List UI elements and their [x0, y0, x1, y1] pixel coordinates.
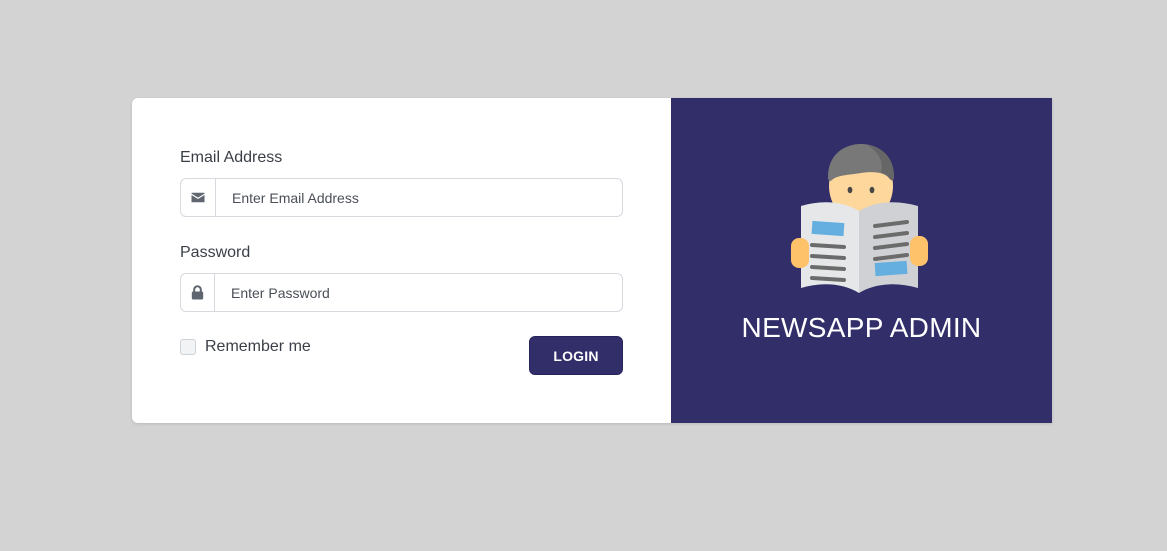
remember-me[interactable]: Remember me: [180, 338, 311, 356]
remember-me-checkbox[interactable]: [180, 339, 196, 355]
email-input-group: [180, 178, 623, 217]
lock-icon: [181, 274, 215, 311]
password-input-group: [180, 273, 623, 312]
password-label: Password: [180, 244, 251, 261]
email-field[interactable]: [216, 179, 622, 216]
envelope-icon: [181, 179, 216, 216]
password-field[interactable]: [215, 274, 622, 311]
login-form-panel: Email Address Password Remember me: [132, 98, 671, 423]
login-card: Email Address Password Remember me: [132, 98, 1052, 423]
newspaper-reader-icon: [791, 144, 928, 293]
email-label: Email Address: [180, 149, 283, 166]
brand-panel: NEWSAPP ADMIN: [671, 98, 1052, 423]
brand-title: NEWSAPP ADMIN: [741, 312, 982, 343]
remember-me-label: Remember me: [205, 338, 311, 355]
login-button[interactable]: LOGIN: [529, 336, 623, 375]
